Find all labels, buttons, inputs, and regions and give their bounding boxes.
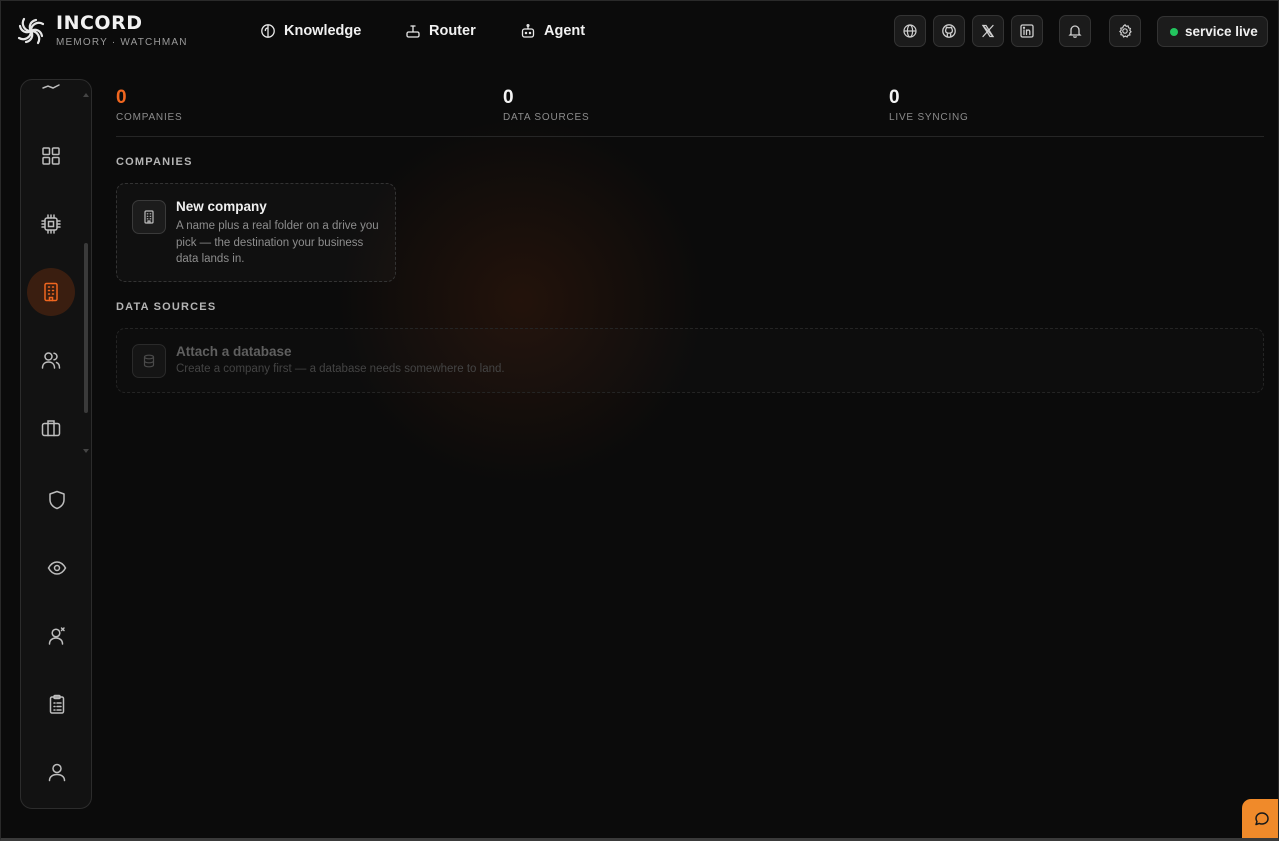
stat-companies-value: 0 <box>116 87 127 108</box>
new-company-title: New company <box>176 199 267 214</box>
scroll-down-icon <box>83 449 89 453</box>
companies-section-title: COMPANIES <box>116 156 193 168</box>
globe-button[interactable] <box>894 15 926 47</box>
sidebar <box>20 79 92 809</box>
chat-bubble-icon <box>1255 812 1269 826</box>
stat-live-syncing: 0 LIVE SYNCING <box>889 87 969 123</box>
sidebar-scrollbar[interactable] <box>83 88 89 460</box>
service-status-badge: service live <box>1157 16 1268 47</box>
top-header: INCORD MEMORY · WATCHMAN Knowledge Route… <box>1 1 1278 61</box>
x-logo-icon <box>981 24 995 38</box>
scroll-up-icon <box>83 93 89 97</box>
building-icon <box>44 282 58 302</box>
sidebar-item-dashboard[interactable] <box>27 132 75 180</box>
stat-companies-label: COMPANIES <box>116 112 183 123</box>
notifications-button[interactable] <box>1059 15 1091 47</box>
stat-companies: 0 COMPANIES <box>116 87 182 123</box>
stat-live-syncing-value: 0 <box>889 87 900 108</box>
attach-database-icon-box <box>132 344 166 378</box>
clipboard-icon <box>49 694 65 714</box>
users-icon <box>41 352 61 369</box>
gear-icon <box>1119 23 1132 38</box>
nav-knowledge-label: Knowledge <box>284 23 362 39</box>
sidebar-item-profile[interactable] <box>33 748 81 796</box>
github-button[interactable] <box>933 15 965 47</box>
stat-live-syncing-label: LIVE SYNCING <box>889 112 969 123</box>
sidebar-item-tasks[interactable] <box>33 680 81 728</box>
stats-bar: 0 COMPANIES 0 DATA SOURCES 0 LIVE SYNCIN… <box>116 87 1264 137</box>
robot-icon <box>521 23 535 38</box>
sidebar-item-identity[interactable] <box>33 612 81 660</box>
status-label: service live <box>1185 24 1258 39</box>
chart-line-icon <box>42 84 60 89</box>
grid-icon <box>42 147 60 165</box>
user-search-icon <box>48 627 65 645</box>
sidebar-item-analytics[interactable] <box>27 72 75 104</box>
stat-data-sources-label: DATA SOURCES <box>503 112 590 123</box>
nav-router-label: Router <box>429 23 476 39</box>
new-company-icon-box <box>132 200 166 234</box>
nav-router[interactable]: Router <box>405 21 476 41</box>
building-icon <box>144 210 154 224</box>
sidebar-item-models[interactable] <box>27 200 75 248</box>
nav-agent[interactable]: Agent <box>520 21 585 41</box>
database-icon <box>143 354 155 368</box>
nav-agent-label: Agent <box>544 23 586 39</box>
new-company-description: A name plus a real folder on a drive you… <box>176 220 379 265</box>
brand-subtitle: MEMORY · WATCHMAN <box>56 37 188 48</box>
linkedin-icon <box>1020 24 1034 38</box>
x-button[interactable] <box>972 15 1004 47</box>
sidebar-item-work[interactable] <box>27 404 75 452</box>
app-frame: INCORD MEMORY · WATCHMAN Knowledge Route… <box>0 0 1279 841</box>
chat-button[interactable] <box>1242 799 1278 838</box>
user-icon <box>48 763 66 782</box>
data-sources-section-title: DATA SOURCES <box>116 301 217 313</box>
attach-database-description: Create a company first — a database need… <box>176 363 505 375</box>
stat-data-sources-value: 0 <box>503 87 514 108</box>
scroll-thumb[interactable] <box>84 243 88 413</box>
brain-icon <box>261 24 275 38</box>
attach-database-card: Attach a database Create a company first… <box>116 328 1264 393</box>
status-dot <box>1170 27 1178 36</box>
sidebar-item-security[interactable] <box>33 476 81 524</box>
chip-icon <box>41 214 61 234</box>
globe-icon <box>903 24 917 38</box>
spiral-logo-icon <box>17 17 45 45</box>
github-icon <box>942 24 956 38</box>
new-company-card[interactable]: New company A name plus a real folder on… <box>116 183 396 282</box>
sidebar-item-people[interactable] <box>27 336 75 384</box>
attach-database-title: Attach a database <box>176 344 292 359</box>
router-icon <box>406 25 420 38</box>
stat-data-sources: 0 DATA SOURCES <box>503 87 589 123</box>
brand-name: INCORD <box>56 12 143 34</box>
briefcase-icon <box>41 420 61 437</box>
sidebar-item-watch[interactable] <box>33 544 81 592</box>
linkedin-button[interactable] <box>1011 15 1043 47</box>
sidebar-item-companies[interactable] <box>27 268 75 316</box>
eye-icon <box>47 561 67 575</box>
settings-button[interactable] <box>1109 15 1141 47</box>
nav-knowledge[interactable]: Knowledge <box>260 21 361 41</box>
shield-icon <box>49 490 65 510</box>
bell-icon <box>1068 25 1082 38</box>
